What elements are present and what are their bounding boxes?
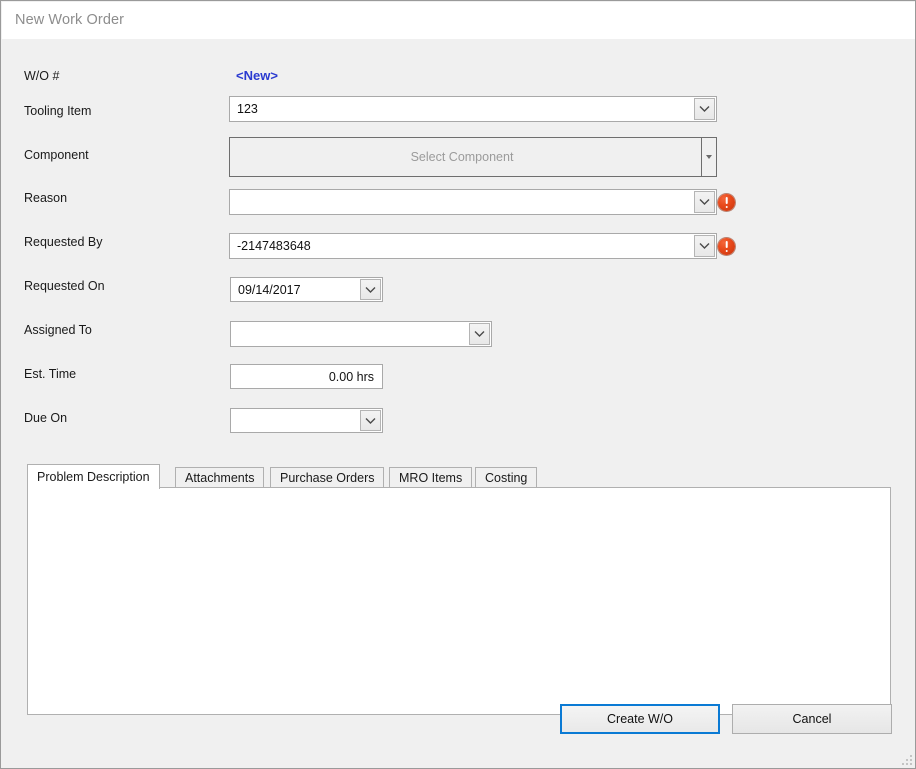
label-est-time: Est. Time <box>24 367 77 381</box>
tab-label: Problem Description <box>37 470 150 484</box>
due-on-datepicker[interactable] <box>230 408 383 433</box>
label-reason: Reason <box>24 191 68 205</box>
component-picker[interactable]: Select Component <box>229 137 717 177</box>
label-tooling-item: Tooling Item <box>24 104 92 118</box>
tooling-item-combobox[interactable]: 123 <box>229 96 717 122</box>
label-assigned-to: Assigned To <box>24 323 92 337</box>
resize-grip[interactable] <box>900 753 912 765</box>
est-time-value: 0.00 hrs <box>328 369 374 384</box>
cancel-label: Cancel <box>792 712 832 726</box>
label-due-on: Due On <box>24 411 68 425</box>
chevron-down-icon[interactable] <box>469 323 490 345</box>
label-requested-on: Requested On <box>24 279 105 293</box>
requested-by-combobox[interactable]: -2147483648 <box>229 233 717 259</box>
tab-costing[interactable]: Costing <box>475 467 538 488</box>
component-placeholder: Select Component <box>410 150 514 164</box>
est-time-input[interactable]: 0.00 hrs <box>230 364 383 389</box>
tab-label: Purchase Orders <box>280 471 375 485</box>
create-wo-label: Create W/O <box>607 712 673 726</box>
tab-purchase-orders[interactable]: Purchase Orders <box>270 467 385 488</box>
exclamation-dot <box>725 205 728 209</box>
new-work-order-dialog: New Work Order W/O # <New> Tooling Item … <box>0 0 916 769</box>
reason-error-icon[interactable] <box>718 194 735 211</box>
cancel-button[interactable]: Cancel <box>732 704 892 734</box>
exclamation-dot <box>725 249 728 253</box>
exclamation-stem <box>725 241 728 248</box>
problem-description-textarea[interactable] <box>27 487 891 715</box>
label-component: Component <box>24 148 89 162</box>
chevron-down-icon[interactable] <box>360 410 381 431</box>
label-requested-by: Requested By <box>24 235 103 249</box>
dialog-client-area: W/O # <New> Tooling Item 123 Component S… <box>2 39 915 768</box>
requested-by-error-icon[interactable] <box>718 238 735 255</box>
chevron-down-icon[interactable] <box>694 191 715 213</box>
label-wo-number: W/O # <box>24 69 60 83</box>
tab-label: MRO Items <box>399 471 463 485</box>
component-dropdown-button[interactable] <box>701 138 716 176</box>
tab-label: Attachments <box>185 471 255 485</box>
tab-label: Costing <box>485 471 528 485</box>
tab-mro-items[interactable]: MRO Items <box>389 467 473 488</box>
chevron-down-icon[interactable] <box>360 279 381 300</box>
requested-on-datepicker[interactable]: 09/14/2017 <box>230 277 383 302</box>
requested-on-value: 09/14/2017 <box>238 282 301 297</box>
assigned-to-combobox[interactable] <box>230 321 492 347</box>
triangle-down-icon <box>706 155 712 159</box>
wo-number-value: <New> <box>236 68 278 83</box>
tooling-item-value: 123 <box>237 102 258 116</box>
tab-strip: Problem Description Attachments Purchase… <box>27 464 891 489</box>
tab-problem-description[interactable]: Problem Description <box>27 464 160 489</box>
reason-combobox[interactable] <box>229 189 717 215</box>
tab-attachments[interactable]: Attachments <box>175 467 265 488</box>
create-wo-button[interactable]: Create W/O <box>560 704 720 734</box>
window-title: New Work Order <box>15 12 125 28</box>
chevron-down-icon[interactable] <box>694 98 715 120</box>
chevron-down-icon[interactable] <box>694 235 715 257</box>
exclamation-stem <box>725 197 728 204</box>
title-bar: New Work Order <box>2 2 915 39</box>
requested-by-value: -2147483648 <box>237 239 311 253</box>
